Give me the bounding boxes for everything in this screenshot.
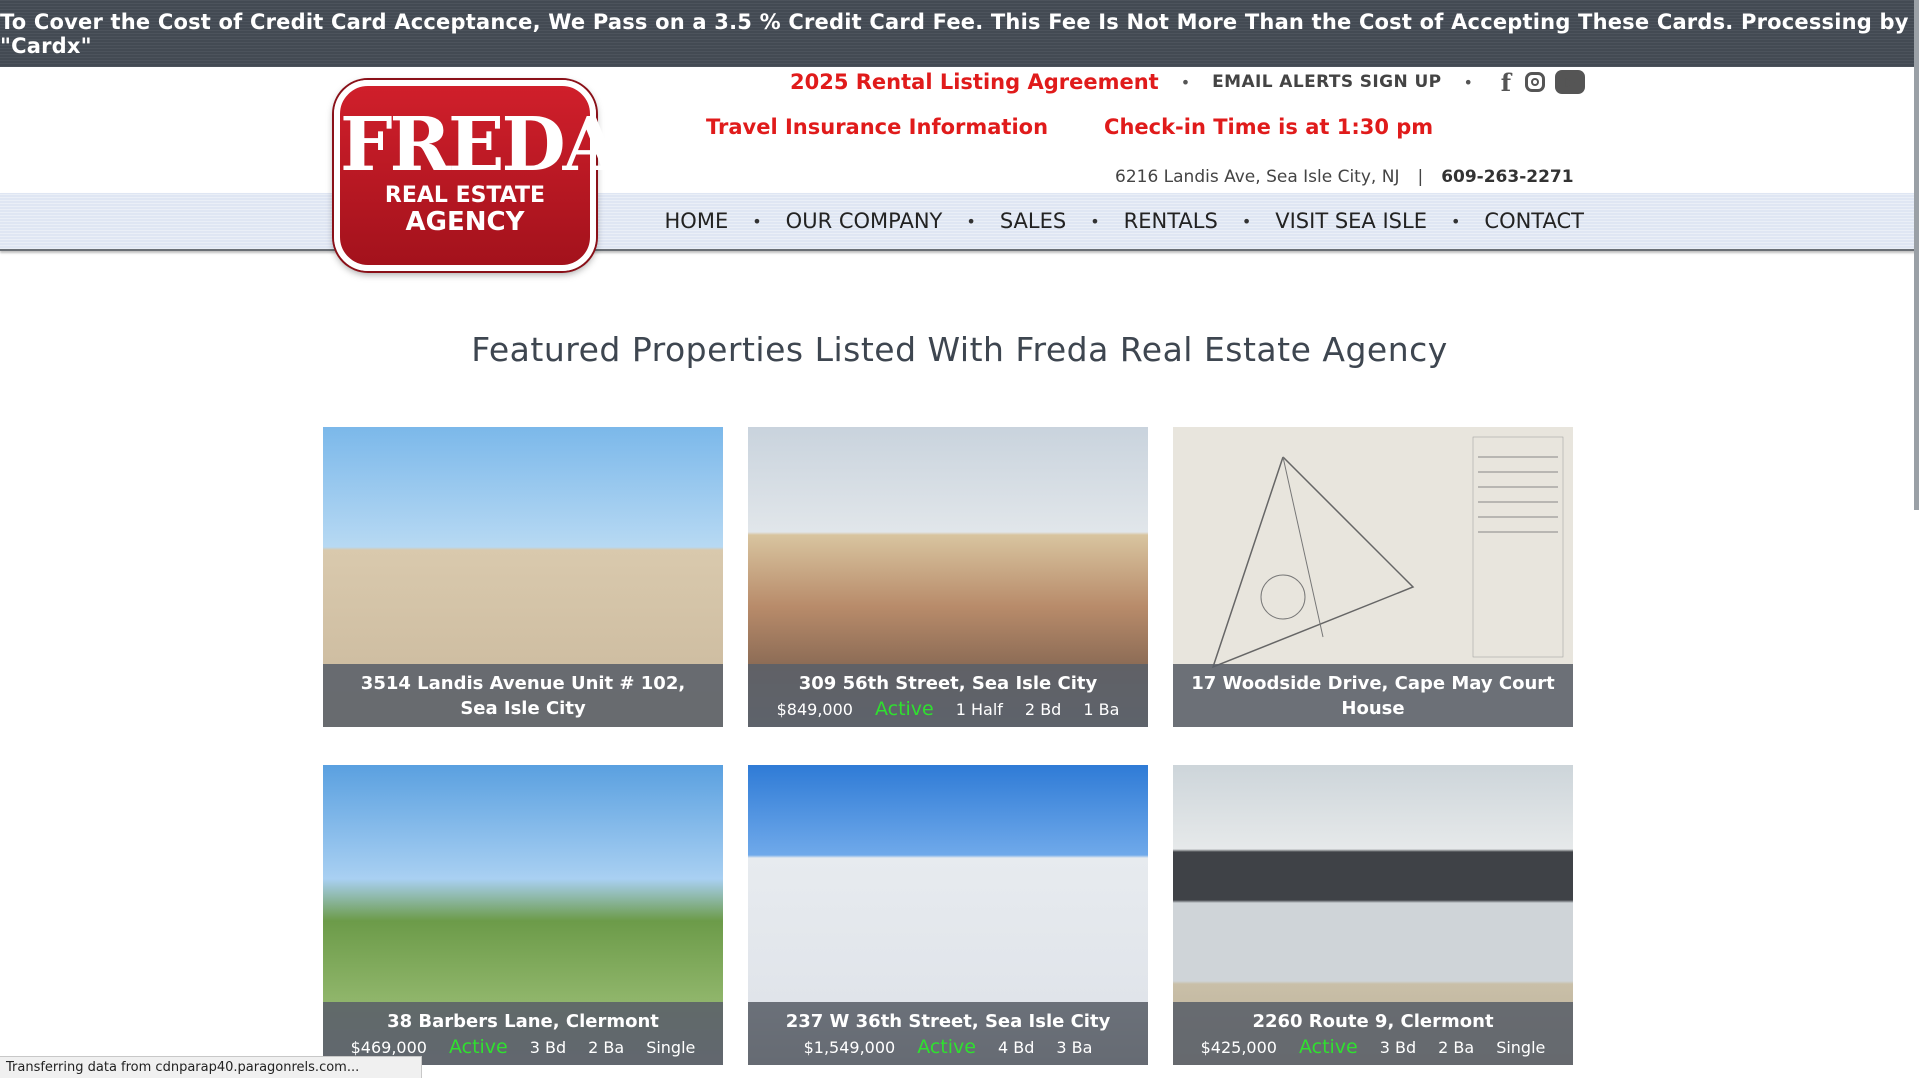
property-baths: 2 Bd: [1024, 699, 1062, 719]
property-price: $849,000: [776, 699, 853, 719]
property-meta: $469,000 Active 3 Bd 2 Ba Single: [341, 1036, 705, 1058]
property-caption: 3514 Landis Avenue Unit # 102, Sea Isle …: [323, 664, 723, 727]
property-baths: 3 Ba: [1056, 1037, 1093, 1057]
nav-sales[interactable]: SALES: [1000, 209, 1066, 233]
property-type: 1 Ba: [1083, 699, 1120, 719]
nav-home[interactable]: HOME: [665, 209, 729, 233]
separator-dot: •: [1180, 72, 1191, 92]
separator-dot: •: [1463, 72, 1473, 92]
property-card[interactable]: 237 W 36th Street, Sea Isle City $1,549,…: [748, 765, 1148, 1065]
property-meta: $849,000 Active 1 Half 2 Bd 1 Ba: [766, 698, 1130, 720]
nav-our-company[interactable]: OUR COMPANY: [786, 209, 943, 233]
travel-insurance-link[interactable]: Travel Insurance Information: [706, 115, 1048, 139]
property-address[interactable]: 38 Barbers Lane, Clermont: [341, 1009, 705, 1034]
header-links-row-2: Travel Insurance Information Check-in Ti…: [706, 115, 1433, 139]
property-beds: 3 Bd: [1379, 1037, 1417, 1057]
nav-separator: •: [1450, 211, 1461, 231]
credit-card-fee-banner: To Cover the Cost of Credit Card Accepta…: [0, 0, 1919, 67]
property-card[interactable]: 2260 Route 9, Clermont $425,000 Active 3…: [1173, 765, 1573, 1065]
property-type: Single: [646, 1037, 696, 1057]
property-beds: 3 Bd: [529, 1037, 567, 1057]
property-card[interactable]: 38 Barbers Lane, Clermont $469,000 Activ…: [323, 765, 723, 1065]
property-baths: 2 Ba: [1438, 1037, 1475, 1057]
property-caption: 309 56th Street, Sea Isle City $849,000 …: [748, 664, 1148, 727]
property-card[interactable]: 17 Woodside Drive, Cape May Court House: [1173, 427, 1573, 727]
status-text: Transferring data from cdnparap40.parago…: [6, 1060, 360, 1075]
phone-number[interactable]: 609-263-2271: [1441, 167, 1573, 187]
main-nav: HOME • OUR COMPANY • SALES • RENTALS • V…: [665, 193, 1584, 249]
logo-line-1: FREDA: [340, 102, 620, 188]
main-nav-bar: HOME • OUR COMPANY • SALES • RENTALS • V…: [0, 193, 1919, 251]
office-address: 6216 Landis Ave, Sea Isle City, NJ: [1115, 167, 1400, 187]
property-caption: 17 Woodside Drive, Cape May Court House: [1173, 664, 1573, 727]
property-address[interactable]: 17 Woodside Drive, Cape May Court House: [1191, 671, 1555, 721]
instagram-icon[interactable]: [1524, 72, 1545, 92]
contact-info: 6216 Landis Ave, Sea Isle City, NJ | 609…: [1115, 167, 1574, 187]
property-price: $1,549,000: [803, 1037, 896, 1057]
rental-agreement-link[interactable]: 2025 Rental Listing Agreement: [790, 70, 1159, 94]
email-alerts-link[interactable]: EMAIL ALERTS SIGN UP: [1212, 72, 1441, 92]
property-status: Active: [917, 1036, 976, 1058]
property-card[interactable]: 309 56th Street, Sea Isle City $849,000 …: [748, 427, 1148, 727]
property-baths: 2 Ba: [588, 1037, 625, 1057]
nav-separator: •: [752, 211, 762, 231]
nav-separator: •: [966, 211, 976, 231]
browser-status-bar: Transferring data from cdnparap40.parago…: [0, 1056, 422, 1078]
property-status: Active: [874, 698, 934, 720]
property-price: $469,000: [350, 1037, 427, 1057]
property-beds: 1 Half: [955, 699, 1003, 719]
nav-separator: •: [1090, 211, 1100, 231]
page-scrollbar[interactable]: [1914, 0, 1919, 510]
property-card[interactable]: 3514 Landis Avenue Unit # 102, Sea Isle …: [323, 427, 723, 727]
property-caption: 237 W 36th Street, Sea Isle City $1,549,…: [748, 1002, 1148, 1065]
banner-text: To Cover the Cost of Credit Card Accepta…: [0, 9, 1909, 58]
divider: |: [1417, 167, 1424, 187]
property-status: Active: [1298, 1036, 1358, 1058]
property-beds: 4 Bd: [997, 1037, 1035, 1057]
property-type: Single: [1496, 1037, 1546, 1057]
facebook-icon[interactable]: f: [1497, 68, 1515, 97]
nav-contact[interactable]: CONTACT: [1484, 209, 1584, 233]
nav-separator: •: [1241, 211, 1252, 231]
property-caption: 2260 Route 9, Clermont $425,000 Active 3…: [1173, 1002, 1573, 1065]
property-status: Active: [448, 1036, 508, 1058]
logo-line-3: AGENCY: [405, 207, 525, 237]
property-address[interactable]: 2260 Route 9, Clermont: [1191, 1009, 1555, 1034]
freda-logo[interactable]: FREDA REAL ESTATE AGENCY: [334, 80, 620, 271]
property-price: $425,000: [1200, 1037, 1277, 1057]
property-grid: 3514 Landis Avenue Unit # 102, Sea Isle …: [323, 427, 1573, 1065]
checkin-time-link[interactable]: Check-in Time is at 1:30 pm: [1104, 115, 1433, 139]
featured-heading: Featured Properties Listed With Freda Re…: [471, 330, 1448, 369]
nav-rentals[interactable]: RENTALS: [1124, 209, 1218, 233]
youtube-icon[interactable]: ▶: [1554, 70, 1585, 94]
social-links: f ▶: [1497, 68, 1585, 97]
nav-visit-sea-isle[interactable]: VISIT SEA ISLE: [1275, 209, 1427, 233]
property-address[interactable]: 309 56th Street, Sea Isle City: [766, 671, 1130, 696]
property-address[interactable]: 237 W 36th Street, Sea Isle City: [766, 1009, 1130, 1034]
property-meta: $1,549,000 Active 4 Bd 3 Ba: [766, 1036, 1130, 1058]
property-meta: $425,000 Active 3 Bd 2 Ba Single: [1191, 1036, 1555, 1058]
property-address[interactable]: 3514 Landis Avenue Unit # 102, Sea Isle …: [341, 671, 705, 721]
header-links-row-1: 2025 Rental Listing Agreement • EMAIL AL…: [790, 68, 1585, 97]
